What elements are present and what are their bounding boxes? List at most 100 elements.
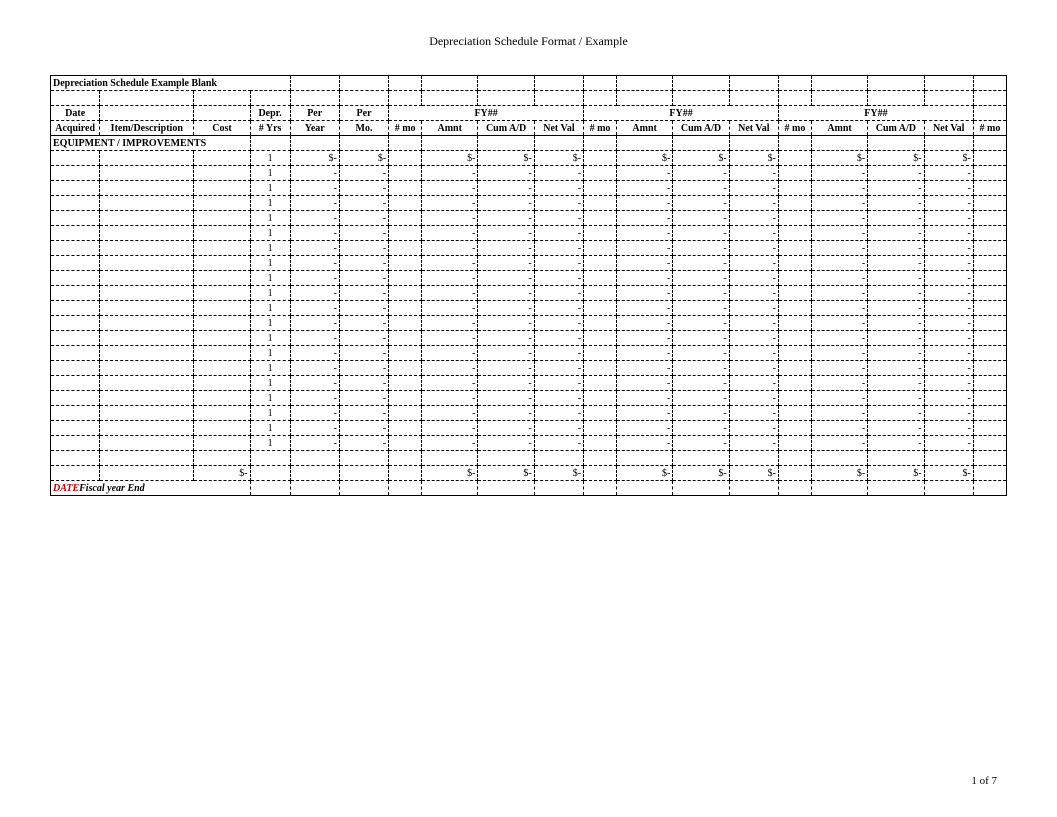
cell-cad: - <box>868 166 924 181</box>
cell-per-mo: - <box>339 361 388 376</box>
cell-amnt: - <box>422 436 478 451</box>
cell-amnt: - <box>616 196 672 211</box>
hdr-amnt1: Amnt <box>422 121 478 136</box>
cell-cad: - <box>478 346 534 361</box>
cell-cad: - <box>868 316 924 331</box>
cell-amnt: - <box>422 316 478 331</box>
cell-amnt: - <box>616 301 672 316</box>
cell-amnt: - <box>422 376 478 391</box>
cell-cad: - <box>478 226 534 241</box>
hdr-date: Date <box>51 106 100 121</box>
cell-amnt: $- <box>811 151 867 166</box>
cell-nv: $- <box>729 151 778 166</box>
data-row: 1----------- <box>51 421 1007 436</box>
cell-cad: - <box>868 436 924 451</box>
data-row: 1----------- <box>51 271 1007 286</box>
cell-yrs: 1 <box>250 226 290 241</box>
cell-cad: - <box>673 391 729 406</box>
cell-amnt: - <box>811 286 867 301</box>
data-row: 1----------- <box>51 211 1007 226</box>
cell-amnt: - <box>811 346 867 361</box>
hdr-cost: Cost <box>194 121 250 136</box>
cell-cad: - <box>673 211 729 226</box>
cell-per-year: - <box>290 361 339 376</box>
cell-amnt: - <box>811 256 867 271</box>
cell-nv: - <box>729 196 778 211</box>
cell-cad: - <box>868 421 924 436</box>
section-row: EQUIPMENT / IMPROVEMENTS <box>51 136 1007 151</box>
cell-amnt: - <box>616 181 672 196</box>
cell-amnt: - <box>811 301 867 316</box>
cell-amnt: - <box>616 406 672 421</box>
cell-amnt: - <box>811 226 867 241</box>
cell-amnt: - <box>422 361 478 376</box>
cell-amnt: - <box>616 331 672 346</box>
cell-nv: - <box>534 271 583 286</box>
cell-nv: - <box>729 331 778 346</box>
hdr-nmo3: # mo <box>778 121 811 136</box>
cell-cad: - <box>868 226 924 241</box>
sheet-title: Depreciation Schedule Example Blank <box>51 76 291 91</box>
cell-nv: - <box>534 226 583 241</box>
cell-amnt: - <box>422 391 478 406</box>
cell-amnt: - <box>422 331 478 346</box>
cell-cad: - <box>478 211 534 226</box>
cell-nv: - <box>534 316 583 331</box>
depreciation-table: Depreciation Schedule Example Blank DateD… <box>50 75 1007 496</box>
cell-cad: - <box>868 211 924 226</box>
cell-nv: - <box>924 376 973 391</box>
hdr-cad3: Cum A/D <box>868 121 924 136</box>
cell-yrs: 1 <box>250 361 290 376</box>
cell-amnt: - <box>616 376 672 391</box>
cell-nv: - <box>924 286 973 301</box>
cell-amnt: - <box>616 271 672 286</box>
cell-nv: - <box>924 421 973 436</box>
hdr-per-year: Per <box>290 106 339 121</box>
cell-cad: - <box>673 301 729 316</box>
total-cad: $- <box>868 466 924 481</box>
cell-yrs: 1 <box>250 376 290 391</box>
cell-amnt: - <box>811 436 867 451</box>
cell-nv: - <box>924 301 973 316</box>
cell-nv: - <box>534 406 583 421</box>
cell-amnt: - <box>422 406 478 421</box>
cell-nv: - <box>729 301 778 316</box>
cell-cad: - <box>673 436 729 451</box>
cell-amnt: - <box>616 346 672 361</box>
cell-yrs: 1 <box>250 286 290 301</box>
cell-per-year: - <box>290 406 339 421</box>
cell-amnt: - <box>811 181 867 196</box>
cell-cad: - <box>478 196 534 211</box>
cell-amnt: - <box>616 316 672 331</box>
cell-yrs: 1 <box>250 406 290 421</box>
cell-nv: - <box>924 271 973 286</box>
cell-amnt: - <box>616 361 672 376</box>
cell-per-mo: - <box>339 211 388 226</box>
group-header-row: DateDepr.PerPerFY##FY##FY## <box>51 106 1007 121</box>
cell-nv: - <box>924 196 973 211</box>
hdr-nmo4: # mo <box>973 121 1006 136</box>
title-row: Depreciation Schedule Example Blank <box>51 76 1007 91</box>
cell-amnt: - <box>811 211 867 226</box>
cell-nv: - <box>924 256 973 271</box>
cell-cad: - <box>868 391 924 406</box>
cell-amnt: - <box>616 241 672 256</box>
totals-row: $-$-$-$-$-$-$-$-$-$- <box>51 466 1007 481</box>
cell-nv: - <box>534 346 583 361</box>
cell-amnt: - <box>616 166 672 181</box>
cell-cad: - <box>478 406 534 421</box>
cell-amnt: - <box>811 241 867 256</box>
cell-per-year: - <box>290 316 339 331</box>
cell-per-year: - <box>290 181 339 196</box>
cell-amnt: - <box>616 226 672 241</box>
cell-amnt: - <box>422 241 478 256</box>
total-cost: $- <box>194 466 250 481</box>
cell-amnt: - <box>811 406 867 421</box>
cell-per-year: - <box>290 196 339 211</box>
cell-per-year: - <box>290 331 339 346</box>
hdr-cad2: Cum A/D <box>673 121 729 136</box>
cell-cad: - <box>478 331 534 346</box>
total-cad: $- <box>478 466 534 481</box>
cell-per-year: - <box>290 256 339 271</box>
cell-nv: - <box>534 211 583 226</box>
